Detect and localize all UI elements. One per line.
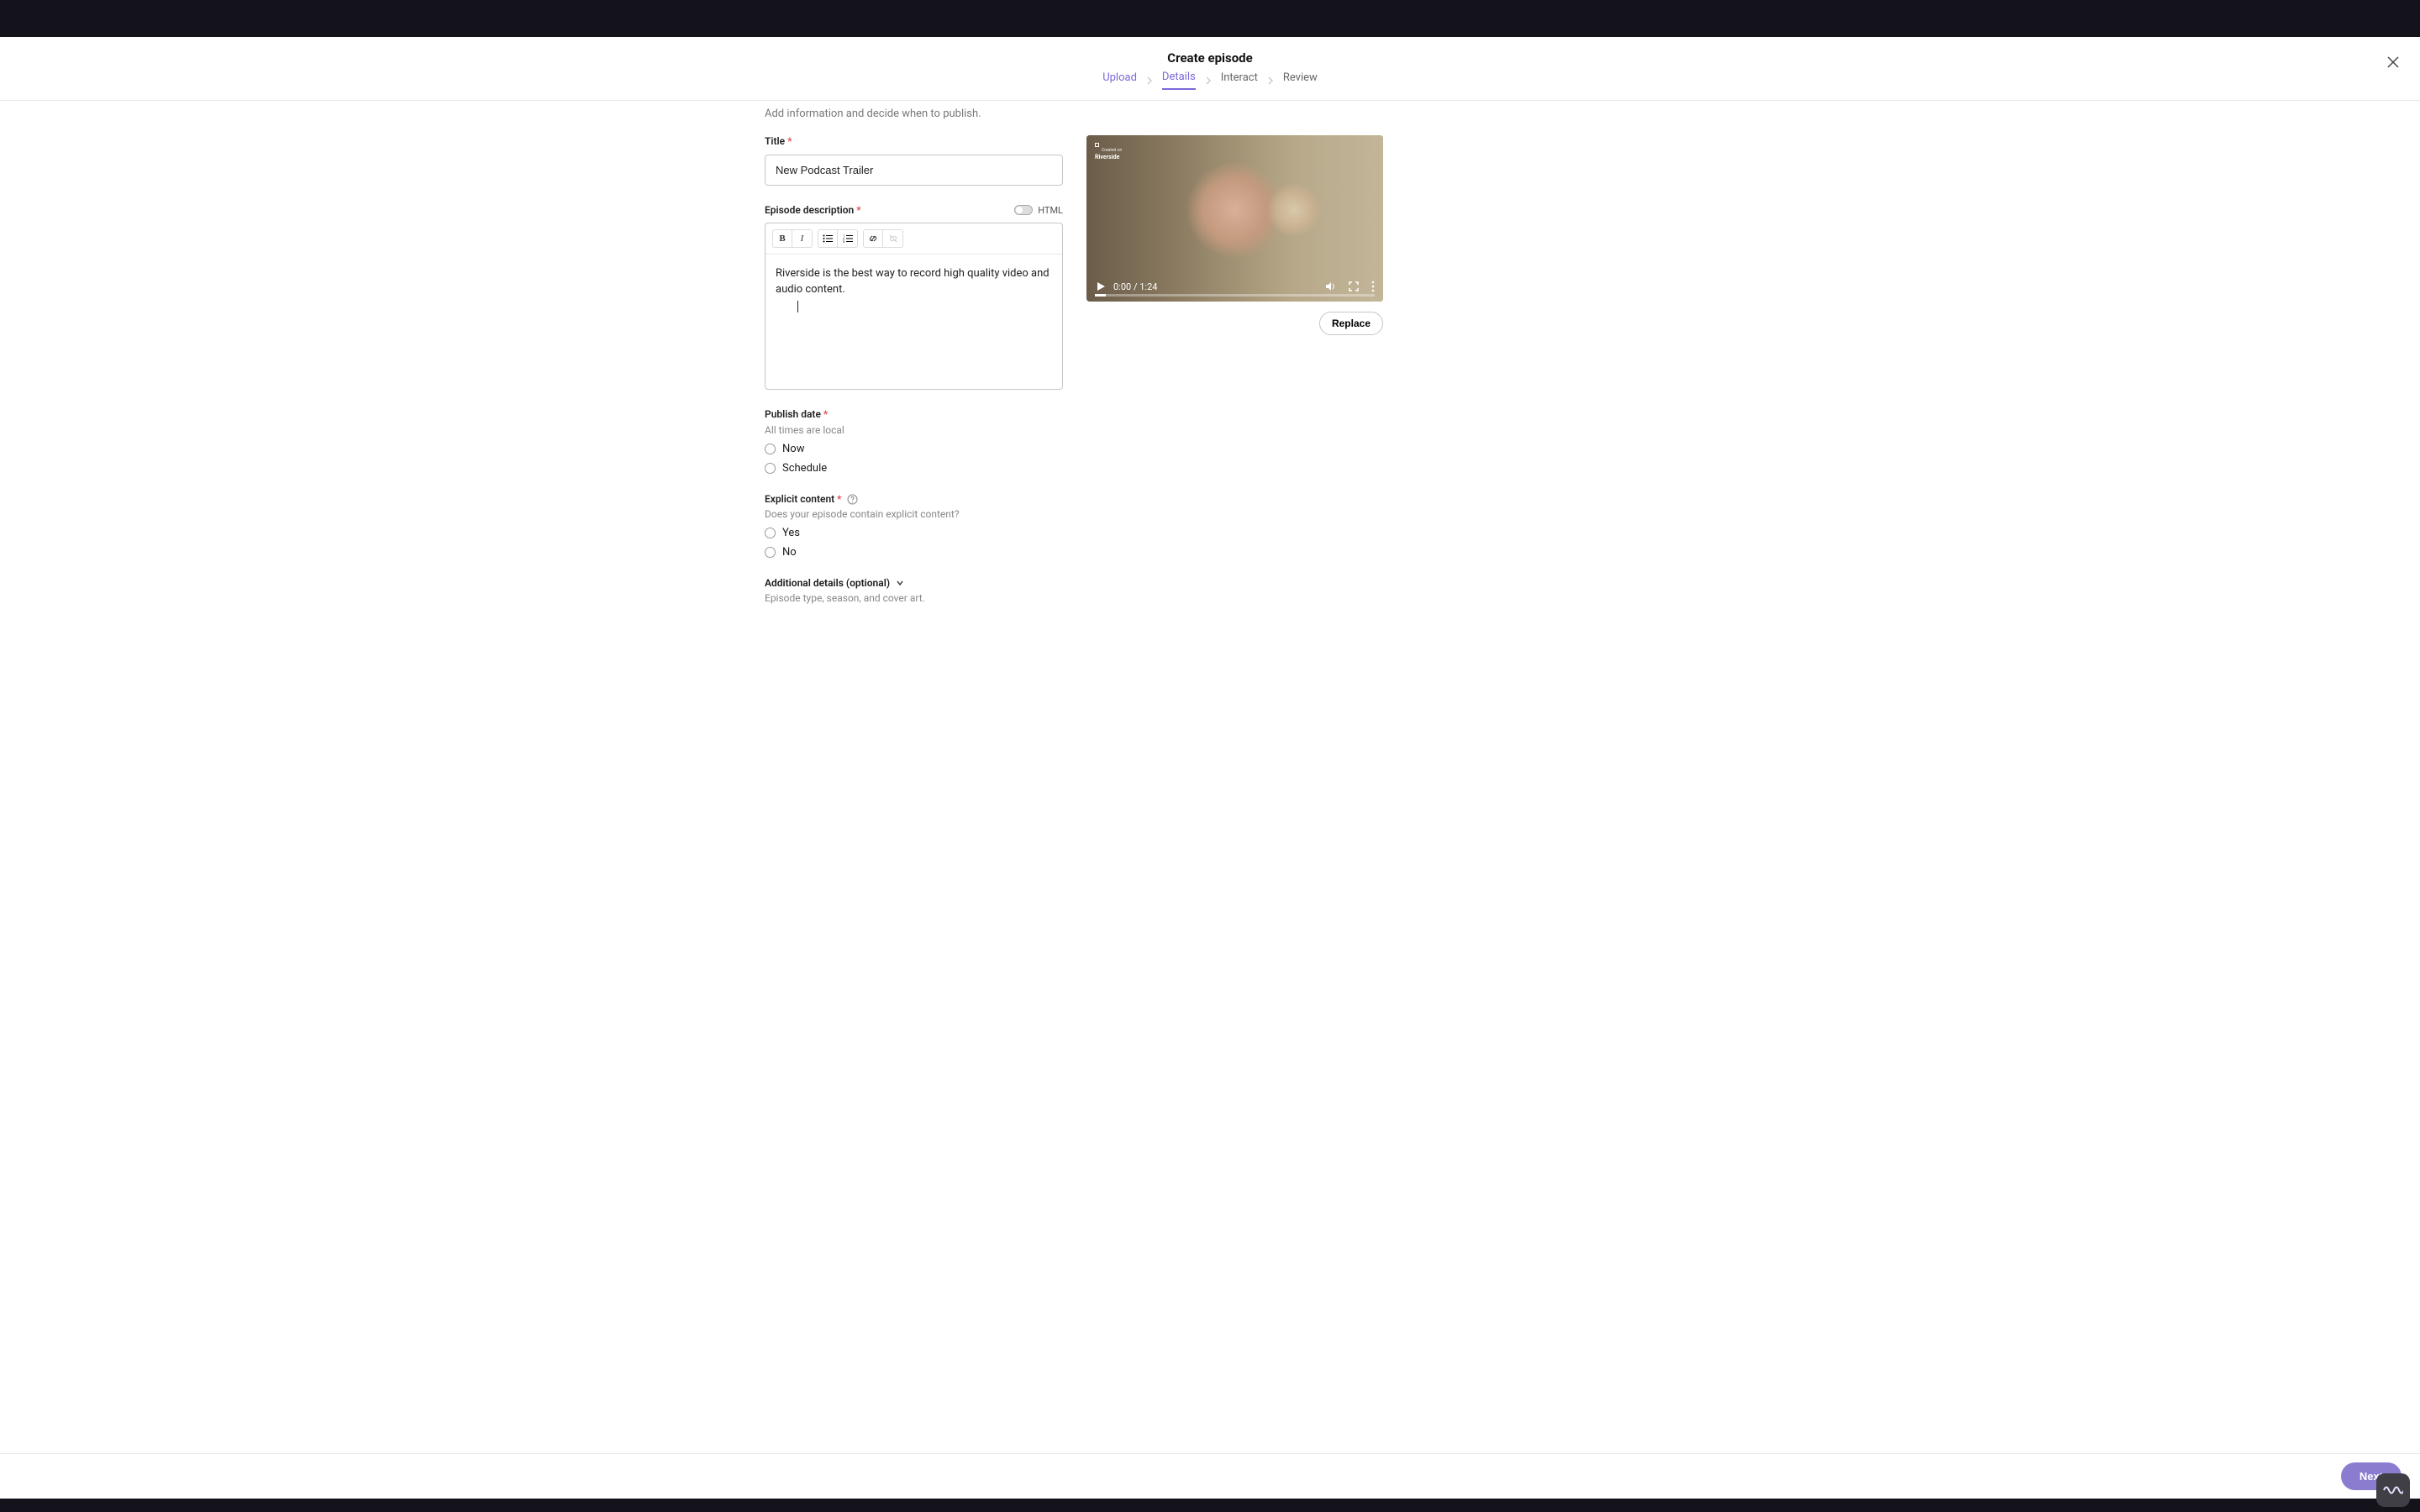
chevron-right-icon — [1145, 76, 1154, 85]
radio-icon — [765, 547, 776, 558]
title-input[interactable] — [765, 155, 1063, 186]
numbered-list-button[interactable]: 123 — [838, 229, 858, 248]
video-time: 0:00 / 1:24 — [1113, 281, 1157, 292]
radio-publish-now[interactable]: Now — [765, 443, 1063, 455]
play-icon[interactable] — [1095, 281, 1107, 292]
page-title: Create episode — [0, 50, 2420, 66]
help-fab[interactable] — [2376, 1473, 2410, 1507]
radio-publish-schedule[interactable]: Schedule — [765, 462, 1063, 475]
help-icon[interactable] — [847, 494, 858, 505]
publish-date-label: Publish date — [765, 408, 828, 420]
bullet-list-icon — [823, 234, 833, 243]
bold-icon: B — [779, 234, 785, 244]
html-toggle[interactable]: HTML — [1014, 205, 1063, 216]
svg-text:3: 3 — [843, 239, 844, 243]
unlink-button[interactable] — [883, 229, 903, 248]
modal-header: Create episode Upload Details Interact R… — [0, 37, 2420, 100]
video-progress[interactable] — [1095, 294, 1375, 297]
bold-button[interactable]: B — [772, 229, 792, 248]
additional-details-label: Additional details (optional) — [765, 577, 890, 589]
step-interact[interactable]: Interact — [1221, 71, 1258, 89]
video-preview[interactable]: Created on Riverside 0:00 / 1:24 — [1086, 135, 1383, 302]
volume-icon[interactable] — [1324, 281, 1336, 292]
toggle-switch[interactable] — [1014, 205, 1033, 215]
watermark-bottom: Riverside — [1095, 155, 1122, 161]
footer: Next — [0, 1453, 2420, 1499]
italic-icon: I — [801, 234, 804, 244]
chevron-right-icon — [1266, 76, 1275, 85]
radio-label: Now — [782, 443, 804, 455]
description-text: Riverside is the best way to record high… — [776, 267, 1050, 296]
radio-icon — [765, 444, 776, 454]
step-details[interactable]: Details — [1162, 71, 1196, 90]
editor-toolbar: B I 123 — [765, 223, 1062, 255]
bullet-list-button[interactable] — [818, 229, 838, 248]
title-label: Title — [765, 135, 792, 147]
fullscreen-icon[interactable] — [1348, 281, 1360, 292]
unlink-icon — [888, 234, 898, 244]
radio-label: Schedule — [782, 462, 827, 475]
footer-dark-strip — [0, 1499, 2420, 1512]
radio-icon — [765, 463, 776, 474]
explicit-content-helper: Does your episode contain explicit conte… — [765, 508, 1063, 520]
italic-button[interactable]: I — [792, 229, 813, 248]
app-topbar — [0, 0, 2420, 37]
radio-explicit-no[interactable]: No — [765, 546, 1063, 559]
numbered-list-icon: 123 — [843, 234, 853, 243]
page-subtitle: Add information and decide when to publi… — [765, 108, 1655, 120]
additional-details-toggle[interactable]: Additional details (optional) — [765, 577, 1063, 589]
stepper: Upload Details Interact Review — [0, 71, 2420, 90]
text-cursor-icon — [797, 301, 798, 312]
radio-label: Yes — [782, 527, 800, 539]
close-icon — [2386, 55, 2400, 69]
description-label: Episode description — [765, 204, 861, 216]
radio-explicit-yes[interactable]: Yes — [765, 527, 1063, 539]
html-toggle-label: HTML — [1038, 205, 1063, 216]
step-review[interactable]: Review — [1283, 71, 1318, 89]
replace-button[interactable]: Replace — [1319, 312, 1383, 335]
radio-icon — [765, 528, 776, 538]
explicit-content-label: Explicit content — [765, 493, 842, 505]
more-icon[interactable] — [1371, 281, 1375, 292]
additional-details-helper: Episode type, season, and cover art. — [765, 592, 1063, 604]
link-button[interactable] — [863, 229, 883, 248]
chevron-right-icon — [1204, 76, 1213, 85]
chevron-down-icon — [895, 578, 905, 588]
link-icon — [868, 234, 878, 244]
radio-label: No — [782, 546, 797, 559]
publish-date-helper: All times are local — [765, 424, 1063, 436]
description-editor[interactable]: Riverside is the best way to record high… — [765, 255, 1062, 389]
step-upload[interactable]: Upload — [1102, 71, 1137, 89]
close-button[interactable] — [2386, 55, 2405, 74]
wave-icon — [2383, 1483, 2403, 1498]
watermark-top: Created on — [1102, 148, 1122, 153]
video-controls: 0:00 / 1:24 — [1086, 271, 1383, 302]
